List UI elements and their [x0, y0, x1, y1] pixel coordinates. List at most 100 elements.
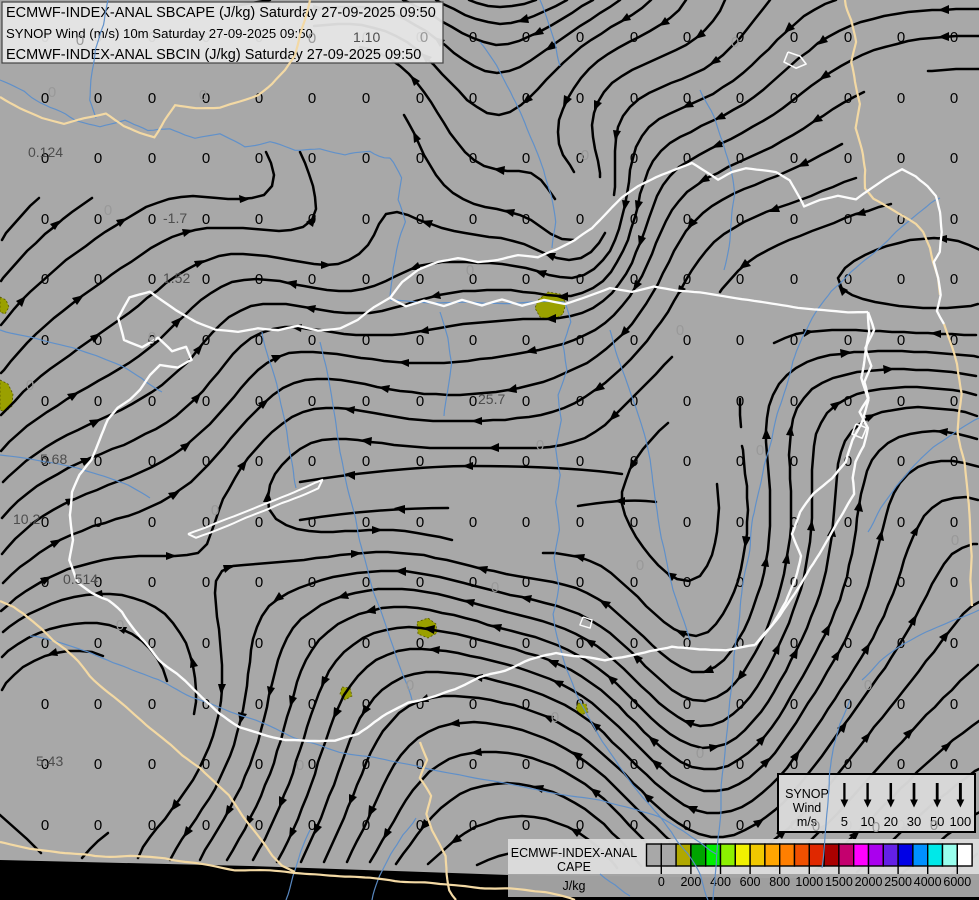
svg-text:0: 0	[950, 150, 958, 167]
svg-text:0: 0	[676, 322, 684, 339]
svg-text:10.2: 10.2	[13, 511, 40, 527]
svg-text:0: 0	[469, 756, 477, 773]
svg-text:0: 0	[731, 34, 739, 51]
svg-text:0: 0	[576, 271, 584, 288]
svg-text:0: 0	[362, 211, 370, 228]
svg-text:0: 0	[202, 271, 210, 288]
svg-text:0: 0	[576, 514, 584, 531]
svg-text:0: 0	[104, 202, 112, 219]
svg-text:0: 0	[26, 377, 34, 394]
svg-text:0: 0	[522, 817, 530, 834]
svg-text:0: 0	[416, 514, 424, 531]
svg-text:0: 0	[581, 147, 589, 164]
svg-text:0: 0	[362, 271, 370, 288]
svg-text:0: 0	[202, 817, 210, 834]
svg-text:ECMWF-INDEX-ANAL: ECMWF-INDEX-ANAL	[511, 846, 637, 860]
svg-text:CAPE: CAPE	[557, 860, 591, 874]
svg-text:0: 0	[897, 756, 905, 773]
svg-text:0: 0	[199, 87, 207, 104]
svg-text:0: 0	[469, 574, 477, 591]
svg-text:0: 0	[522, 393, 530, 410]
svg-text:0: 0	[897, 90, 905, 107]
svg-text:-1.7: -1.7	[163, 210, 187, 226]
svg-text:2000: 2000	[855, 875, 883, 889]
svg-text:0: 0	[630, 332, 638, 349]
svg-text:0: 0	[630, 635, 638, 652]
svg-text:0: 0	[94, 756, 102, 773]
svg-text:0: 0	[362, 514, 370, 531]
svg-text:0: 0	[930, 817, 938, 834]
svg-text:0: 0	[296, 757, 304, 774]
svg-text:0: 0	[683, 514, 691, 531]
svg-text:0: 0	[416, 574, 424, 591]
svg-text:0: 0	[255, 150, 263, 167]
svg-text:0: 0	[255, 574, 263, 591]
svg-text:0: 0	[630, 574, 638, 591]
svg-text:0: 0	[94, 90, 102, 107]
svg-text:0: 0	[466, 262, 474, 279]
svg-text:SYNOP: SYNOP	[785, 787, 829, 801]
svg-text:0: 0	[308, 90, 316, 107]
svg-text:0: 0	[362, 90, 370, 107]
svg-text:100: 100	[950, 814, 972, 829]
svg-text:0: 0	[897, 271, 905, 288]
svg-text:0: 0	[148, 574, 156, 591]
svg-text:0: 0	[41, 696, 49, 713]
svg-text:0: 0	[522, 332, 530, 349]
svg-text:0: 0	[94, 514, 102, 531]
svg-text:0: 0	[469, 393, 477, 410]
svg-text:0: 0	[255, 756, 263, 773]
svg-text:0: 0	[897, 332, 905, 349]
svg-text:0: 0	[308, 453, 316, 470]
svg-text:0: 0	[683, 574, 691, 591]
svg-text:0: 0	[255, 211, 263, 228]
svg-text:0: 0	[576, 211, 584, 228]
svg-text:0: 0	[41, 211, 49, 228]
svg-text:0: 0	[950, 393, 958, 410]
svg-text:0: 0	[148, 756, 156, 773]
svg-text:SYNOP Wind (m/s) 10m Saturday: SYNOP Wind (m/s) 10m Saturday 27-09-2025…	[6, 26, 313, 41]
svg-text:0: 0	[736, 332, 744, 349]
svg-text:0: 0	[790, 696, 798, 713]
svg-text:0: 0	[950, 696, 958, 713]
svg-text:0: 0	[406, 677, 414, 694]
svg-text:0: 0	[94, 817, 102, 834]
svg-text:0: 0	[844, 211, 852, 228]
svg-text:0: 0	[41, 817, 49, 834]
svg-text:0: 0	[308, 393, 316, 410]
svg-text:0: 0	[202, 150, 210, 167]
svg-text:0: 0	[416, 332, 424, 349]
svg-text:0: 0	[148, 329, 156, 346]
svg-text:0: 0	[844, 635, 852, 652]
svg-text:0: 0	[844, 29, 852, 46]
svg-text:0: 0	[522, 150, 530, 167]
svg-text:0: 0	[658, 875, 665, 889]
svg-text:0: 0	[683, 453, 691, 470]
svg-text:0: 0	[308, 150, 316, 167]
svg-text:0: 0	[950, 211, 958, 228]
svg-text:1500: 1500	[825, 875, 853, 889]
svg-text:ECMWF-INDEX-ANAL SBCIN (J/kg): ECMWF-INDEX-ANAL SBCIN (J/kg) Saturday 2…	[6, 47, 421, 63]
svg-text:0: 0	[202, 635, 210, 652]
svg-text:20: 20	[884, 814, 898, 829]
svg-text:0: 0	[211, 502, 219, 519]
svg-text:0: 0	[696, 745, 704, 762]
svg-text:0: 0	[255, 635, 263, 652]
svg-text:0: 0	[844, 150, 852, 167]
svg-text:0: 0	[148, 514, 156, 531]
svg-text:0: 0	[950, 756, 958, 773]
svg-text:30: 30	[907, 814, 921, 829]
svg-text:0: 0	[202, 393, 210, 410]
svg-text:0: 0	[551, 709, 559, 726]
svg-text:0: 0	[522, 514, 530, 531]
svg-text:0: 0	[148, 90, 156, 107]
svg-text:0: 0	[255, 453, 263, 470]
svg-text:0: 0	[897, 514, 905, 531]
svg-text:0: 0	[148, 211, 156, 228]
svg-text:0: 0	[148, 150, 156, 167]
svg-text:0: 0	[94, 696, 102, 713]
svg-text:0: 0	[522, 635, 530, 652]
svg-text:0: 0	[683, 393, 691, 410]
svg-text:J/kg: J/kg	[563, 879, 586, 893]
svg-text:0: 0	[897, 453, 905, 470]
